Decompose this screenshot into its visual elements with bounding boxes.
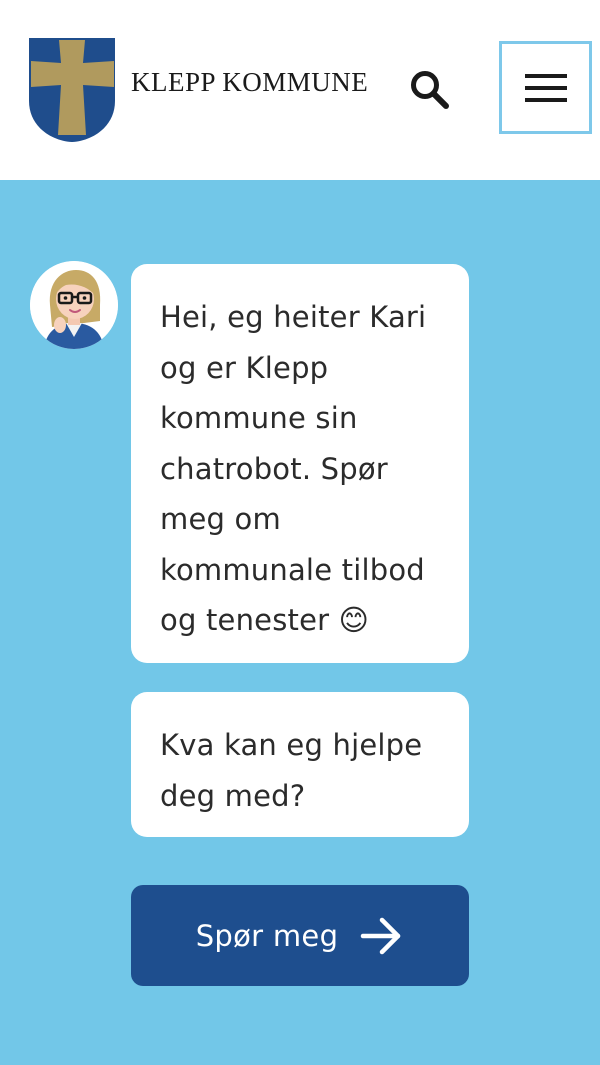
chatbot-avatar (30, 261, 118, 349)
hamburger-menu-icon (524, 73, 567, 102)
arrow-right-icon (361, 917, 401, 954)
ask-me-button[interactable]: Spør meg (131, 885, 469, 986)
chat-message-question: Kva kan eg hjelpe deg med? (131, 692, 469, 837)
brand-name: KLEPP KOMMUNE (131, 66, 369, 97)
home-logo-link[interactable]: KLEPP KOMMUNE (28, 37, 368, 143)
kari-avatar-icon (30, 261, 118, 349)
site-header: KLEPP KOMMUNE (0, 0, 600, 180)
chat-section: Hei, eg heiter Kari og er Klepp kommune … (0, 180, 600, 1065)
ask-me-button-label: Spør meg (195, 918, 339, 953)
menu-button[interactable] (499, 41, 592, 134)
klepp-crest-icon (29, 38, 115, 142)
search-icon (411, 71, 449, 109)
search-button[interactable] (402, 62, 458, 118)
chat-message-greeting: Hei, eg heiter Kari og er Klepp kommune … (131, 264, 469, 663)
